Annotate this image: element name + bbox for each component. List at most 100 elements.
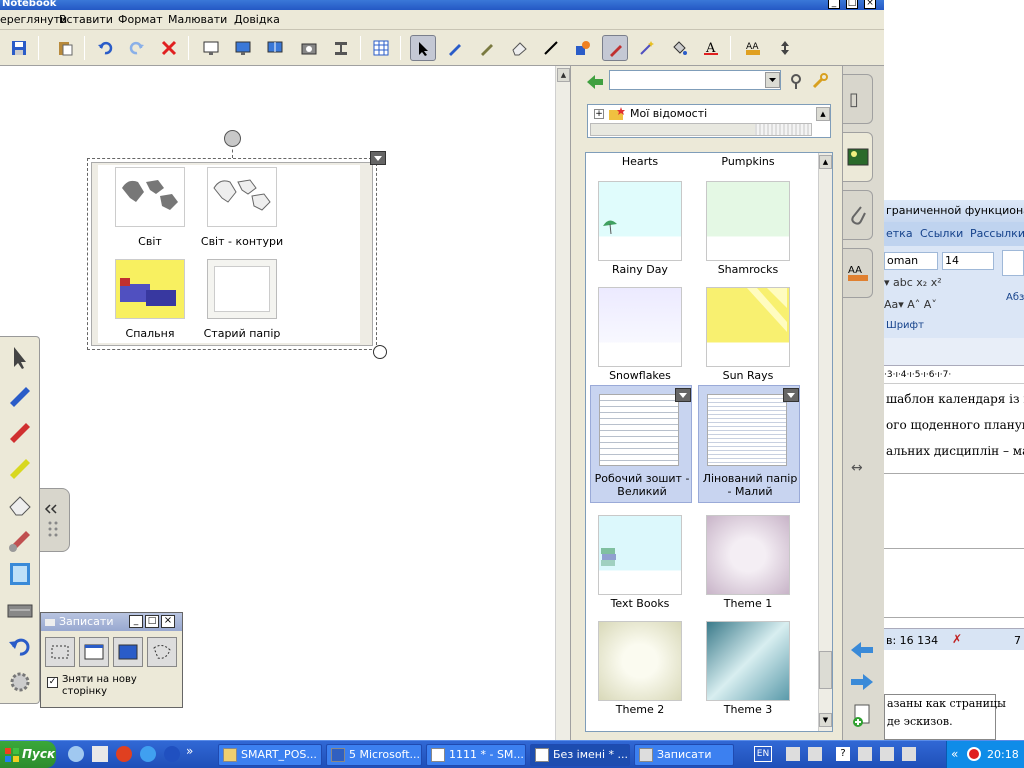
fill-tool-button[interactable] (666, 35, 692, 61)
menu-draw[interactable]: Малювати (168, 13, 227, 26)
float-keyboard-button[interactable] (0, 593, 40, 627)
whiteboard-canvas[interactable]: Світ Світ - контури Спальня Старий папір (0, 66, 555, 740)
canvas-scrollbar[interactable]: ▲ (555, 66, 570, 740)
capture-freehand-button[interactable] (147, 637, 177, 667)
gallery-scrollbar[interactable]: ▲ ▼ (818, 153, 832, 731)
previous-page-button[interactable] (849, 640, 875, 660)
item-menu-button[interactable] (783, 388, 799, 402)
capture-window-button[interactable] (79, 637, 109, 667)
item-menu-button[interactable] (675, 388, 691, 402)
gallery-item-shamrocks[interactable] (706, 181, 790, 261)
full-screen-button[interactable] (230, 35, 256, 61)
word-format-buttons[interactable]: ▾ abc x₂ x² (884, 276, 942, 289)
document-camera-button[interactable] (328, 35, 354, 61)
rotate-handle[interactable] (224, 130, 241, 147)
proofing-error-icon[interactable]: ✗ (952, 632, 962, 646)
tab-attachments[interactable] (843, 190, 873, 240)
text-tool-button[interactable]: A (698, 35, 724, 61)
shapes-tool-button[interactable] (570, 35, 596, 61)
scroll-thumb[interactable] (819, 651, 832, 689)
taskbar-item-active[interactable]: Без імені * ... (530, 744, 630, 766)
world-outline-thumbnail[interactable] (207, 167, 277, 227)
next-page-button[interactable] (849, 672, 875, 692)
gallery-item-rainy-day[interactable] (598, 181, 682, 261)
gallery-item-snowflakes[interactable] (598, 287, 682, 367)
search-dropdown-button[interactable] (765, 72, 780, 88)
word-font-name[interactable]: oman (884, 252, 938, 270)
clock[interactable]: 20:18 (987, 741, 1019, 768)
table-button[interactable] (368, 35, 394, 61)
tray-icon[interactable] (786, 747, 800, 761)
world-map-thumbnail[interactable] (115, 167, 185, 227)
menu-view[interactable]: ереглянути (0, 13, 67, 26)
tree-hscrollbar[interactable] (590, 123, 812, 136)
recorder-titlebar[interactable]: Записати _ □ × (41, 613, 182, 631)
add-page-button[interactable] (851, 704, 873, 728)
float-pen-red-button[interactable] (0, 413, 40, 447)
word-tab[interactable]: Рассылки (970, 227, 1024, 240)
recorder-close-button[interactable]: × (161, 615, 175, 628)
gallery-item-lined-paper-small[interactable]: Лінований папір - Малий (698, 385, 800, 503)
gallery-tools-button[interactable] (811, 72, 829, 90)
magic-pen-button[interactable] (602, 35, 628, 61)
maximize-button[interactable]: □ (846, 0, 858, 9)
word-tab[interactable]: Ссылки (920, 227, 963, 240)
old-paper-thumbnail[interactable] (207, 259, 277, 319)
undo-button[interactable] (92, 35, 118, 61)
scroll-down-button[interactable]: ▼ (819, 713, 832, 727)
tab-properties[interactable]: AA (843, 248, 873, 298)
menu-help[interactable]: Довідка (234, 13, 280, 26)
chevron-right-icon[interactable]: » (186, 744, 193, 758)
redo-button[interactable] (124, 35, 150, 61)
close-button[interactable]: × (864, 0, 876, 9)
menu-insert[interactable]: Вставити (59, 13, 113, 26)
tree-item-my-content[interactable]: Мої відомості (630, 107, 707, 120)
delete-button[interactable] (156, 35, 182, 61)
capture-area-button[interactable] (45, 637, 75, 667)
gallery-item-workbook-large[interactable]: Робочий зошит - Великий (590, 385, 692, 503)
language-indicator[interactable]: EN (754, 746, 772, 762)
new-page-checkbox[interactable]: ✓ (47, 677, 58, 688)
chevron-left-icon[interactable]: « (951, 741, 958, 768)
float-magic-pen-button[interactable] (0, 521, 40, 555)
word-quick-toolbar[interactable] (884, 338, 1024, 366)
media-player-icon[interactable] (164, 746, 180, 762)
quick-launch-icon[interactable] (116, 746, 132, 762)
float-undo-button[interactable] (0, 629, 40, 663)
quick-launch-icon[interactable] (68, 746, 84, 762)
help-icon[interactable]: ? (836, 747, 850, 761)
paste-button[interactable] (52, 35, 78, 61)
collapse-panel-handle[interactable] (40, 488, 70, 552)
gallery-item-sun-rays[interactable] (706, 287, 790, 367)
float-highlighter-button[interactable] (0, 449, 40, 483)
eraser-tool-button[interactable] (506, 35, 532, 61)
gallery-item-text-books[interactable] (598, 515, 682, 595)
gallery-item-theme-1[interactable] (706, 515, 790, 595)
gallery-item-theme-2[interactable] (598, 621, 682, 701)
start-button[interactable]: Пуск (0, 741, 56, 768)
minimize-button[interactable]: _ (828, 0, 840, 9)
object-menu-button[interactable] (370, 151, 386, 165)
capture-button[interactable] (296, 35, 322, 61)
tray-icon[interactable] (858, 747, 872, 761)
gallery-back-button[interactable] (585, 72, 605, 92)
ie-icon[interactable] (140, 746, 156, 762)
float-select-button[interactable] (0, 341, 40, 375)
tray-icon[interactable] (902, 747, 916, 761)
tree-scroll-button[interactable]: ▲ (816, 107, 830, 121)
float-pen-button[interactable] (0, 377, 40, 411)
taskbar-item[interactable]: Записати (634, 744, 734, 766)
screen-shade-button[interactable] (198, 35, 224, 61)
resize-handle[interactable] (373, 345, 387, 359)
float-settings-button[interactable] (0, 665, 40, 699)
move-toolbar-button[interactable] (772, 35, 798, 61)
word-font-size[interactable]: 14 (942, 252, 994, 270)
taskbar-item[interactable]: 1111 * - SM... (426, 744, 526, 766)
menu-format[interactable]: Формат (118, 13, 163, 26)
bedroom-thumbnail[interactable] (115, 259, 185, 319)
save-button[interactable] (6, 35, 32, 61)
tray-icon[interactable] (880, 747, 894, 761)
float-eraser-button[interactable] (0, 485, 40, 519)
recorder-minimize-button[interactable]: _ (129, 615, 143, 628)
float-notes-button[interactable] (0, 557, 40, 591)
